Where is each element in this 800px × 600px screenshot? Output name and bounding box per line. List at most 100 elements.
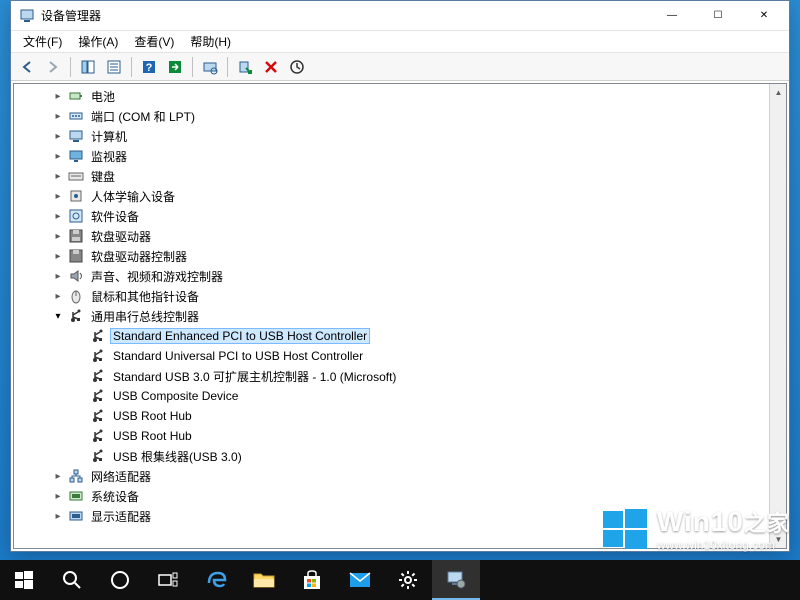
- start-button[interactable]: [0, 560, 48, 600]
- expand-icon[interactable]: ▸: [50, 508, 66, 524]
- no-expander: [72, 408, 88, 424]
- scrollbar[interactable]: ▲ ▼: [769, 84, 786, 548]
- tree-node-label[interactable]: 端口 (COM 和 LPT): [88, 107, 198, 126]
- tree-node-label[interactable]: 电池: [88, 87, 118, 106]
- expand-icon[interactable]: ▸: [50, 468, 66, 484]
- menu-file[interactable]: 文件(F): [17, 31, 68, 52]
- expand-icon[interactable]: ▸: [50, 488, 66, 504]
- titlebar[interactable]: 设备管理器 — ☐ ✕: [11, 1, 789, 31]
- tree-node[interactable]: Standard Enhanced PCI to USB Host Contro…: [14, 326, 786, 346]
- mail-button[interactable]: [336, 560, 384, 600]
- device-manager-taskbar-button[interactable]: [432, 560, 480, 600]
- usb-icon: [90, 428, 106, 444]
- collapse-icon[interactable]: ▾: [50, 308, 66, 324]
- tree-node-label[interactable]: 软盘驱动器: [88, 227, 154, 246]
- tree-node[interactable]: ▸ 鼠标和其他指针设备: [14, 286, 786, 306]
- settings-button[interactable]: [384, 560, 432, 600]
- expand-icon[interactable]: ▸: [50, 188, 66, 204]
- tree-node-label[interactable]: Standard Enhanced PCI to USB Host Contro…: [110, 328, 370, 344]
- tree-node[interactable]: Standard USB 3.0 可扩展主机控制器 - 1.0 (Microso…: [14, 366, 786, 386]
- menu-action[interactable]: 操作(A): [72, 31, 124, 52]
- desktop: 设备管理器 — ☐ ✕ 文件(F) 操作(A) 查看(V) 帮助(H) ?: [0, 0, 800, 600]
- cortana-button[interactable]: [96, 560, 144, 600]
- tree-node[interactable]: ▾ 通用串行总线控制器: [14, 306, 786, 326]
- tree-node-label[interactable]: USB 根集线器(USB 3.0): [110, 447, 245, 466]
- tree-node-label[interactable]: USB Root Hub: [110, 428, 195, 444]
- properties-button[interactable]: [102, 55, 126, 79]
- expand-icon[interactable]: ▸: [50, 288, 66, 304]
- menu-view[interactable]: 查看(V): [128, 31, 180, 52]
- scan-hardware-button[interactable]: [198, 55, 222, 79]
- tree-node-label[interactable]: 网络适配器: [88, 467, 154, 486]
- search-button[interactable]: [48, 560, 96, 600]
- expand-icon[interactable]: ▸: [50, 248, 66, 264]
- update-driver-button[interactable]: [285, 55, 309, 79]
- edge-button[interactable]: [192, 560, 240, 600]
- tree-node-label[interactable]: 计算机: [88, 127, 130, 146]
- display-adapter-icon: [68, 508, 84, 524]
- tree-node-label[interactable]: USB Root Hub: [110, 408, 195, 424]
- expand-icon[interactable]: ▸: [50, 108, 66, 124]
- scroll-up-button[interactable]: ▲: [770, 84, 787, 101]
- enable-device-button[interactable]: [233, 55, 257, 79]
- tree-node-label[interactable]: 系统设备: [88, 487, 142, 506]
- expand-icon[interactable]: ▸: [50, 208, 66, 224]
- device-tree[interactable]: ▸ 电池 ▸ 端口 (COM 和 LPT) ▸ 计算机 ▸ 监视器 ▸ 键盘 ▸ 人体学输入设备 ▸ 软件…: [14, 84, 786, 548]
- tree-node[interactable]: ▸ 软盘驱动器: [14, 226, 786, 246]
- tree-node-label[interactable]: Standard USB 3.0 可扩展主机控制器 - 1.0 (Microso…: [110, 367, 399, 386]
- tree-node-label[interactable]: 监视器: [88, 147, 130, 166]
- tree-node[interactable]: USB 根集线器(USB 3.0): [14, 446, 786, 466]
- minimize-button[interactable]: —: [649, 2, 695, 30]
- tree-node-label[interactable]: 显示适配器: [88, 507, 154, 526]
- tree-node[interactable]: USB Root Hub: [14, 406, 786, 426]
- tree-node[interactable]: ▸ 声音、视频和游戏控制器: [14, 266, 786, 286]
- uninstall-button[interactable]: [259, 55, 283, 79]
- content-pane: ▸ 电池 ▸ 端口 (COM 和 LPT) ▸ 计算机 ▸ 监视器 ▸ 键盘 ▸ 人体学输入设备 ▸ 软件…: [13, 83, 787, 549]
- tree-node-label[interactable]: 键盘: [88, 167, 118, 186]
- tree-node-label[interactable]: 鼠标和其他指针设备: [88, 287, 202, 306]
- show-hide-tree-button[interactable]: [76, 55, 100, 79]
- expand-icon[interactable]: ▸: [50, 168, 66, 184]
- expand-icon[interactable]: ▸: [50, 88, 66, 104]
- taskview-button[interactable]: [144, 560, 192, 600]
- tree-node[interactable]: ▸ 人体学输入设备: [14, 186, 786, 206]
- tree-node-label[interactable]: Standard Universal PCI to USB Host Contr…: [110, 348, 366, 364]
- expand-icon[interactable]: ▸: [50, 268, 66, 284]
- tree-node[interactable]: ▸ 键盘: [14, 166, 786, 186]
- tree-node-label[interactable]: USB Composite Device: [110, 388, 241, 404]
- tree-node-label[interactable]: 软件设备: [88, 207, 142, 226]
- back-button[interactable]: [15, 55, 39, 79]
- tree-node-label[interactable]: 软盘驱动器控制器: [88, 247, 190, 266]
- tree-node-label[interactable]: 通用串行总线控制器: [88, 307, 202, 326]
- tree-node[interactable]: USB Root Hub: [14, 426, 786, 446]
- tree-node-label[interactable]: 声音、视频和游戏控制器: [88, 267, 226, 286]
- tree-node[interactable]: ▸ 网络适配器: [14, 466, 786, 486]
- separator: [192, 57, 193, 77]
- action-button[interactable]: [163, 55, 187, 79]
- tree-node[interactable]: ▸ 软盘驱动器控制器: [14, 246, 786, 266]
- no-expander: [72, 368, 88, 384]
- tree-node[interactable]: USB Composite Device: [14, 386, 786, 406]
- close-button[interactable]: ✕: [741, 2, 787, 30]
- tree-node[interactable]: ▸ 监视器: [14, 146, 786, 166]
- tree-node[interactable]: Standard Universal PCI to USB Host Contr…: [14, 346, 786, 366]
- tree-node[interactable]: ▸ 端口 (COM 和 LPT): [14, 106, 786, 126]
- store-button[interactable]: [288, 560, 336, 600]
- maximize-button[interactable]: ☐: [695, 2, 741, 30]
- help-button[interactable]: ?: [137, 55, 161, 79]
- expand-icon[interactable]: ▸: [50, 128, 66, 144]
- tree-node[interactable]: ▸ 软件设备: [14, 206, 786, 226]
- menu-help[interactable]: 帮助(H): [184, 31, 237, 52]
- tree-node-label[interactable]: 人体学输入设备: [88, 187, 178, 206]
- sound-icon: [68, 268, 84, 284]
- forward-button[interactable]: [41, 55, 65, 79]
- taskbar[interactable]: [0, 560, 800, 600]
- usb-icon: [90, 328, 106, 344]
- expand-icon[interactable]: ▸: [50, 148, 66, 164]
- tree-node[interactable]: ▸ 系统设备: [14, 486, 786, 506]
- tree-node[interactable]: ▸ 电池: [14, 86, 786, 106]
- expand-icon[interactable]: ▸: [50, 228, 66, 244]
- tree-node[interactable]: ▸ 计算机: [14, 126, 786, 146]
- watermark-suffix: 之家: [744, 511, 790, 536]
- file-explorer-button[interactable]: [240, 560, 288, 600]
